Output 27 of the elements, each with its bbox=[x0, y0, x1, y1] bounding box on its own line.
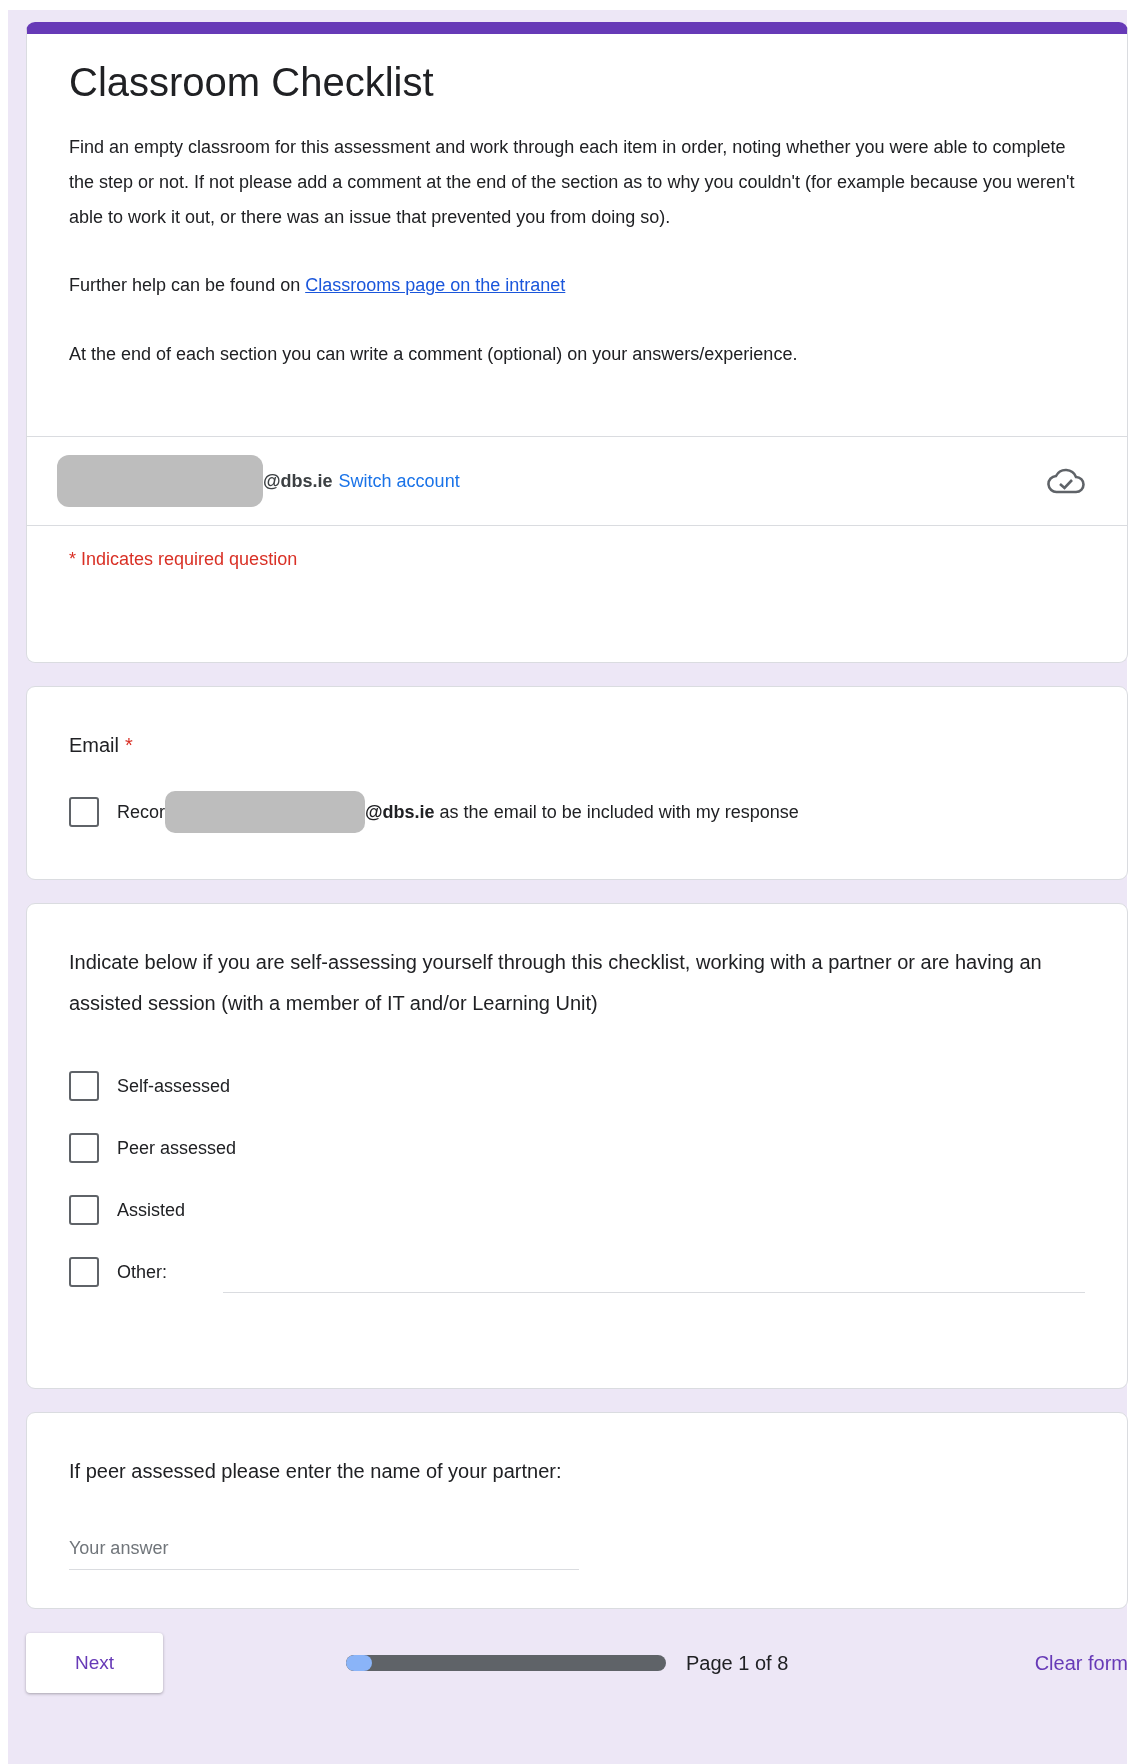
form-title: Classroom Checklist bbox=[69, 59, 435, 106]
required-mark: * bbox=[125, 734, 133, 756]
description-text: Find an empty classroom for this assessment and work through each item in order, noting whether you were able to complete the step or not. If not please add a comment at the end of the section as to why you couldn't (for example because you weren't able to work it out, or there was an issue that prevented you from doing so). bbox=[69, 136, 1076, 229]
note-text: At the end of each section you can write a comment (optional) on your answers/experience. bbox=[69, 343, 799, 367]
question-label: Indicate below if you are self-assessing yourself through this checklist, working with a partner or are having an assisted session (with a member of IT and/or Learning Unit) bbox=[69, 950, 1043, 1016]
switch-account-link[interactable]: Switch account bbox=[338, 470, 460, 492]
account-email: @dbs.ie bbox=[263, 470, 333, 492]
option-label: Assisted bbox=[117, 1199, 186, 1221]
checkbox[interactable] bbox=[69, 1195, 99, 1225]
next-button[interactable]: Next bbox=[26, 1633, 163, 1693]
checkbox[interactable] bbox=[69, 797, 99, 827]
intranet-link[interactable]: Classrooms page on the intranet bbox=[305, 275, 566, 296]
page-indicator: Page 1 of 8 bbox=[686, 1651, 789, 1675]
checkbox[interactable] bbox=[69, 1133, 99, 1163]
checkbox[interactable] bbox=[69, 1071, 99, 1101]
option-label: Peer assessed bbox=[117, 1137, 237, 1159]
help-text: Further help can be found on Classrooms page on the intranet bbox=[69, 274, 567, 298]
clear-form-button[interactable]: Clear form bbox=[1034, 1651, 1128, 1675]
cloud-check-icon bbox=[1047, 466, 1085, 496]
option-label: Recor bbox=[117, 801, 165, 823]
question-label: Email bbox=[69, 734, 119, 756]
checkbox[interactable] bbox=[69, 1257, 99, 1287]
option-label: @dbs.ie as the email to be included with my response bbox=[365, 801, 799, 823]
question-label: If peer assessed please enter the name of your partner: bbox=[69, 1459, 563, 1484]
option-label: Other: bbox=[117, 1261, 168, 1283]
option-label: Self-assessed bbox=[117, 1075, 231, 1097]
required-note: * Indicates required question bbox=[69, 549, 298, 569]
